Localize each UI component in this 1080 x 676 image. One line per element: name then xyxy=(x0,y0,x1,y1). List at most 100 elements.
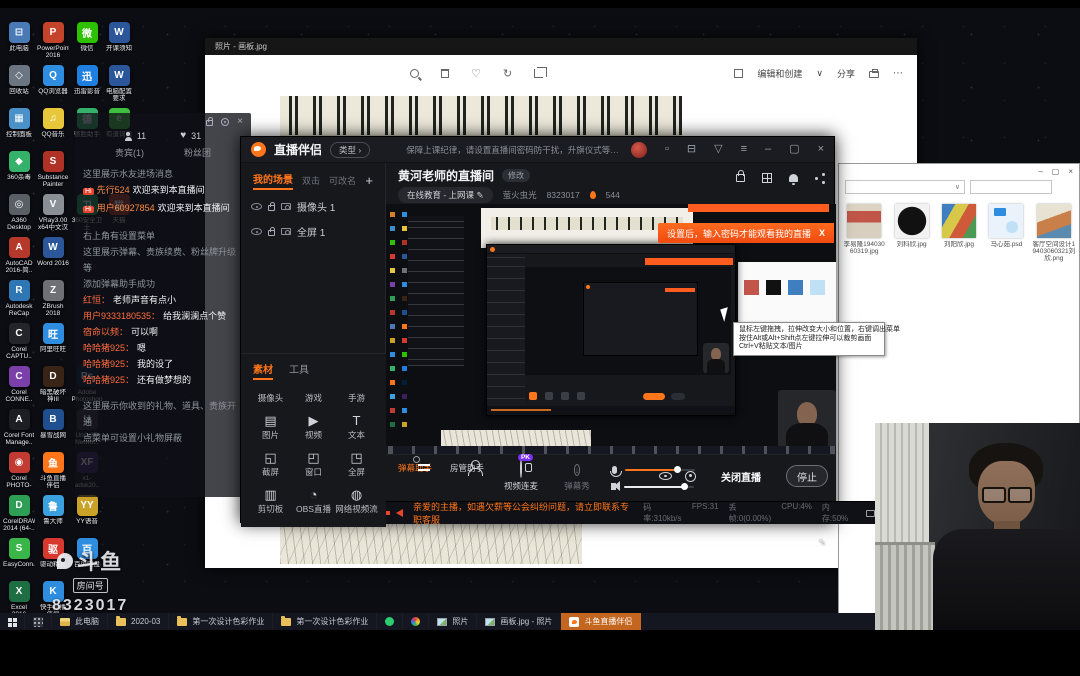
layout-grid-icon[interactable] xyxy=(762,173,772,183)
material-item[interactable]: ◍ 网络视频流 xyxy=(335,487,378,515)
toast-close[interactable]: X xyxy=(819,228,825,238)
lock-icon[interactable] xyxy=(268,205,275,211)
avatar[interactable] xyxy=(631,142,647,158)
file-item[interactable]: 刘科欣.jpg xyxy=(889,204,933,262)
rotate-icon[interactable]: ↻ xyxy=(503,67,512,80)
app-titlebar[interactable]: 直播伴侣 类型 › 保障上课纪律，请设置直播间密码防干扰，升旗仪式等活动请向客服… xyxy=(241,137,834,163)
search-input[interactable] xyxy=(970,180,1052,194)
desktop-icon[interactable]: A AutoCAD 2016-简.. xyxy=(3,237,35,274)
desktop-icon[interactable]: A Corel Font Manage.. xyxy=(3,409,35,446)
taskbar-item[interactable]: 2020-03 xyxy=(108,613,169,630)
feature-danmu-show[interactable]: ↓ 弹幕秀 xyxy=(554,460,600,492)
taskbar-item[interactable]: 第一次设计色彩作业 xyxy=(273,613,377,630)
material-item[interactable]: ▤ 图片 xyxy=(249,413,292,441)
taskbar-item[interactable]: 斗鱼直播伴侣 xyxy=(561,613,641,630)
desktop-icon[interactable]: P PowerPoint 2016 xyxy=(37,22,69,59)
desktop-icon[interactable]: ◎ A360 Desktop xyxy=(3,194,35,231)
taskbar-item[interactable]: 第一次设计色彩作业 xyxy=(169,613,273,630)
desktop-icon[interactable]: V VRay3.00 x64中文汉化 xyxy=(37,194,69,231)
desktop-icon[interactable]: R Autodesk ReCap 2016 xyxy=(3,280,35,317)
type-dropdown[interactable]: 类型 › xyxy=(330,142,370,158)
taskbar-item[interactable] xyxy=(403,613,429,630)
tab-tools[interactable]: 工具 xyxy=(289,361,309,380)
scene-item[interactable]: 摄像头 1 xyxy=(241,194,385,219)
desktop-icon[interactable]: YY YY语音 xyxy=(71,495,103,525)
desktop-icon[interactable]: ⊟ 此电脑 xyxy=(3,22,35,52)
desktop-icon[interactable]: D 暗黑破坏神III xyxy=(37,366,69,403)
desktop-icon[interactable]: C Corel CONNE.. xyxy=(3,366,35,403)
desktop-icon[interactable]: ▦ 控制面板 xyxy=(3,108,35,138)
menu-icon[interactable]: ≡ xyxy=(741,144,747,155)
desktop-icon[interactable]: B 暴雪战网 xyxy=(37,409,69,439)
visibility-eye-icon[interactable] xyxy=(251,228,262,235)
material-item[interactable]: ▶ 视频 xyxy=(292,413,335,441)
photos-titlebar[interactable]: 照片 - 画板.jpg xyxy=(205,38,917,55)
desktop-icon[interactable]: D CorelDRAW 2014 (64-.. xyxy=(3,495,35,532)
desktop-icon[interactable]: 微 微信 xyxy=(71,22,103,52)
tab-my-scenes[interactable]: 我的场景 xyxy=(253,171,293,190)
material-item[interactable]: ◔ OBS直播 xyxy=(292,487,335,515)
taskbar-item[interactable]: 画板.jpg - 照片 xyxy=(477,613,561,630)
more-icon[interactable]: ⋯ xyxy=(893,68,903,79)
feature-danmu-helper[interactable]: 弹幕助手 xyxy=(392,460,438,474)
material-item[interactable]: 手游 xyxy=(335,389,378,404)
close-button[interactable]: × xyxy=(818,144,824,155)
delete-icon[interactable] xyxy=(441,69,449,78)
speaker-icon[interactable] xyxy=(611,483,616,490)
material-item[interactable]: 摄像头 xyxy=(249,389,292,404)
desktop-icon[interactable]: W Word 2016 xyxy=(37,237,69,267)
desktop-icon[interactable]: ♫ QQ音乐 xyxy=(37,108,69,138)
desktop-icon[interactable]: Q QQ浏览器 xyxy=(37,65,69,95)
edit-create-caret[interactable]: ∨ xyxy=(816,68,823,79)
desktop-icon[interactable]: Z ZBrush 2018 xyxy=(37,280,69,317)
minimize-button[interactable]: – xyxy=(765,144,771,155)
desktop-icon[interactable]: ◆ 360杀毒 xyxy=(3,151,35,181)
share-icon[interactable] xyxy=(815,177,818,180)
gear-icon[interactable] xyxy=(221,118,229,126)
add-scene-button[interactable]: + xyxy=(365,173,373,188)
password-lock-icon[interactable] xyxy=(736,174,745,182)
desktop-icon[interactable]: W 电脑配置要求 xyxy=(103,65,135,102)
desktop-icon[interactable]: W 开课须知 xyxy=(103,22,135,52)
desktop-icon[interactable]: S Substance Painter xyxy=(37,151,69,188)
material-item[interactable]: ◱ 截屏 xyxy=(249,450,292,478)
bell-icon[interactable] xyxy=(789,174,798,182)
preview-eye-icon[interactable] xyxy=(659,472,672,480)
taskbar-item[interactable] xyxy=(0,613,25,630)
desktop-icon[interactable]: 鱼 斗鱼直播伴侣 xyxy=(37,452,69,489)
material-item[interactable]: ▥ 剪切板 xyxy=(249,487,292,515)
desktop-icon[interactable]: ◇ 回收站 xyxy=(3,65,35,95)
category-pill[interactable]: 在线教育 - 上网课 ✎ xyxy=(398,187,493,203)
material-item[interactable]: ◳ 全屏 xyxy=(335,450,378,478)
material-item[interactable]: T 文本 xyxy=(335,413,378,441)
favorite-icon[interactable]: ♡ xyxy=(471,67,481,80)
feature-video-link[interactable]: PK 视频连麦 xyxy=(498,460,544,492)
share-button[interactable]: 分享 xyxy=(837,67,855,80)
microphone-icon[interactable] xyxy=(612,466,617,474)
file-item[interactable]: 马心茹.psd xyxy=(984,204,1028,262)
close-icon[interactable]: × xyxy=(1068,167,1073,176)
material-item[interactable]: 游戏 xyxy=(292,389,335,404)
taskbar-item[interactable]: 照片 xyxy=(429,613,477,630)
taskbar-item[interactable] xyxy=(377,613,403,630)
taskbar-item[interactable] xyxy=(25,613,52,630)
taskbar-item[interactable]: 此电脑 xyxy=(52,613,108,630)
address-bar[interactable]: ∨ xyxy=(845,180,965,194)
desktop-icon[interactable]: S EasyConn.. xyxy=(3,538,35,568)
tab-materials[interactable]: 素材 xyxy=(253,361,273,380)
desktop-icon[interactable]: ◉ Corel PHOTO-P.. xyxy=(3,452,35,489)
file-item[interactable]: 刘阳欣.jpg xyxy=(937,204,981,262)
desktop-icon[interactable]: C Corel CAPTU.. xyxy=(3,323,35,360)
chevron-down-icon[interactable]: ∨ xyxy=(955,183,960,191)
desktop-icon[interactable]: 鲁 鲁大师 xyxy=(37,495,69,525)
close-icon[interactable]: × xyxy=(237,118,243,126)
lock-icon[interactable] xyxy=(206,120,213,126)
edit-icon[interactable]: ✎ xyxy=(476,190,483,200)
visibility-eye-icon[interactable] xyxy=(251,203,262,210)
lock-icon[interactable] xyxy=(268,230,275,236)
device-icon[interactable]: ⊟ xyxy=(687,144,696,155)
maximize-icon[interactable]: ▢ xyxy=(1052,167,1060,176)
filter-icon[interactable]: ▽ xyxy=(714,144,722,155)
scene-item[interactable]: 全屏 1 xyxy=(241,219,385,244)
maximize-button[interactable]: ▢ xyxy=(789,144,799,155)
